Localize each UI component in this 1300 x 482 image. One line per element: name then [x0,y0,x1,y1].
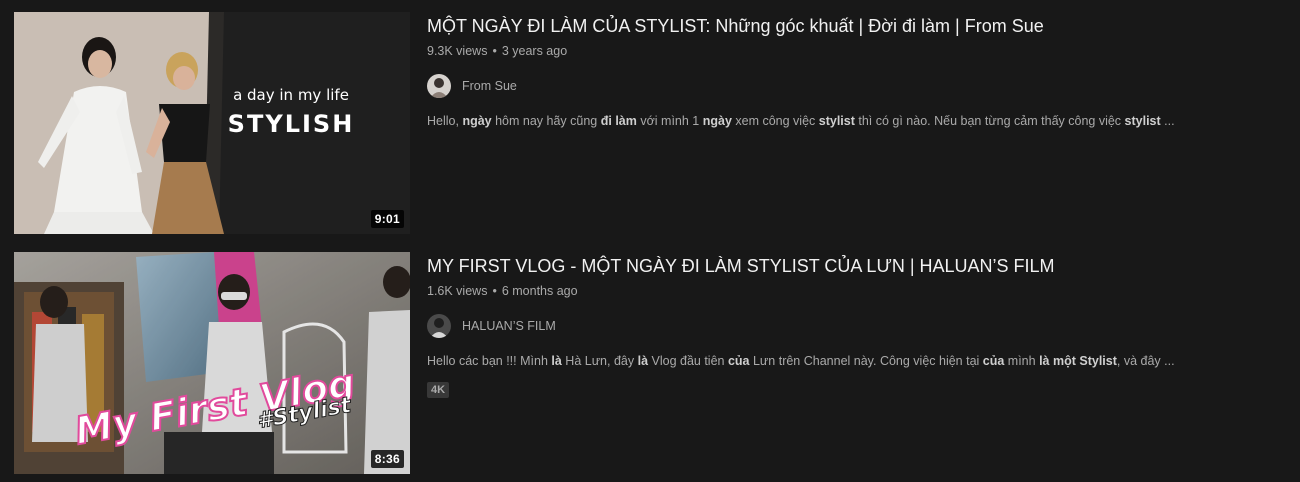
description-highlight: đi làm [600,114,637,128]
description-text: Hello các bạn !!! Mình [427,354,552,368]
description-text: xem công việc [731,114,819,128]
duration-badge: 8:36 [370,450,404,468]
video-meta: MY FIRST VLOG - MỘT NGÀY ĐI LÀM STYLIST … [427,252,1277,398]
description-text: mình [1004,354,1040,368]
description-text: thì có gì nào. Nếu bạn từng cảm thấy côn… [854,114,1125,128]
description-highlight: là [551,354,562,368]
search-results: a day in my life STYLISH 9:01 MỘT NGÀY Đ… [0,0,1300,482]
video-result[interactable]: My First Vlog #Stylist 8:36 MY FIRST VLO… [14,252,1284,474]
channel-link[interactable]: From Sue [427,74,1277,98]
quality-badge: 4K [427,382,450,398]
video-result[interactable]: a day in my life STYLISH 9:01 MỘT NGÀY Đ… [14,12,1284,234]
description-text: Vlog đầu tiên [648,354,728,368]
description-highlight: của [982,354,1005,368]
upload-age: 3 years ago [501,44,568,58]
duration-badge: 9:01 [370,210,404,228]
description-highlight: ngày [462,114,492,128]
thumbnail-image: a day in my life STYLISH [14,12,410,234]
video-thumbnail[interactable]: My First Vlog #Stylist 8:36 [14,252,410,474]
video-title[interactable]: MỘT NGÀY ĐI LÀM CỦA STYLIST: Những góc k… [427,13,1277,39]
view-count: 9.3K views [427,44,488,58]
video-thumbnail[interactable]: a day in my life STYLISH 9:01 [14,12,410,234]
thumbnail-caption-line1: a day in my life [233,86,349,104]
description-highlight: của [727,354,750,368]
video-stats: 1.6K views • 6 months ago [427,282,1277,300]
description-highlight: stylist [1124,114,1161,128]
video-description: Hello, ngày hôm nay hãy cũng đi làm với … [427,112,1277,130]
separator: • [492,284,497,298]
video-description: Hello các bạn !!! Mình là Hà Lưn, đây là… [427,352,1277,370]
description-highlight: ngày [702,114,732,128]
channel-avatar[interactable] [427,74,451,98]
description-text: hôm nay hãy cũng [491,114,601,128]
thumbnail-image: My First Vlog #Stylist [14,252,410,474]
description-text: với mình 1 [636,114,703,128]
separator: • [492,44,497,58]
description-text: Hà Lưn, đây [561,354,638,368]
channel-link[interactable]: HALUAN’S FILM [427,314,1277,338]
description-highlight: là [637,354,649,368]
video-meta: MỘT NGÀY ĐI LÀM CỦA STYLIST: Những góc k… [427,12,1277,130]
channel-avatar[interactable] [427,314,451,338]
description-text: , và đây ... [1116,354,1175,368]
thumbnail-caption-line2: STYLISH [228,110,355,138]
video-stats: 9.3K views • 3 years ago [427,42,1277,60]
description-text: Lưn trên Channel này. Công việc hiện tại [749,354,983,368]
description-highlight: stylist [818,114,855,128]
upload-age: 6 months ago [501,284,578,298]
channel-name[interactable]: HALUAN’S FILM [462,319,556,333]
description-text: Hello, [427,114,463,128]
description-highlight: là một Stylist [1039,354,1117,368]
view-count: 1.6K views [427,284,488,298]
video-title[interactable]: MY FIRST VLOG - MỘT NGÀY ĐI LÀM STYLIST … [427,253,1277,279]
channel-name[interactable]: From Sue [462,79,517,93]
description-text: ... [1160,114,1175,128]
